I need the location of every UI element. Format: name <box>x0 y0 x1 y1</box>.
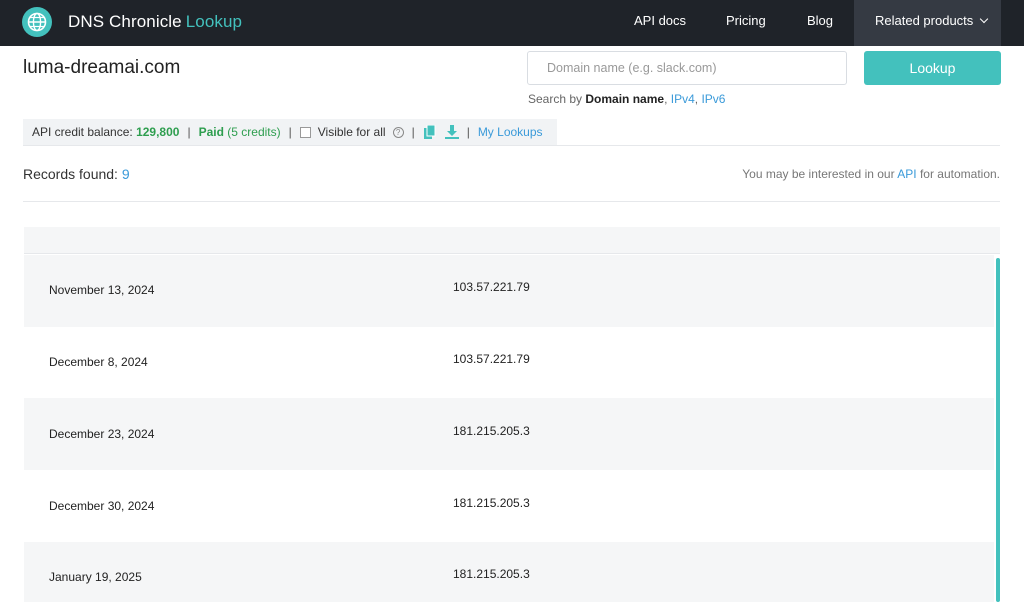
separator: | <box>187 125 191 139</box>
page-title: luma-dreamai.com <box>23 57 181 78</box>
download-icon[interactable] <box>444 125 459 139</box>
nav-pricing[interactable]: Pricing <box>726 0 766 46</box>
credit-label: API credit balance: <box>32 125 133 139</box>
help-icon[interactable]: ? <box>392 126 404 138</box>
table-header <box>24 227 1000 254</box>
records-found: Records found: 9 <box>23 166 130 182</box>
row-ip: 181.215.205.3 <box>453 424 530 438</box>
records-label: Records found: <box>23 166 118 182</box>
divider <box>23 145 1000 146</box>
brand-name: DNS Chronicle Lookup <box>68 12 243 31</box>
row-ip: 103.57.221.79 <box>453 352 530 366</box>
paid-credits: (5 credits) <box>227 125 281 139</box>
search-by-label: Search by <box>528 92 583 106</box>
comma: , <box>664 92 668 106</box>
search-input[interactable] <box>527 51 847 85</box>
row-date: December 8, 2024 <box>49 355 148 369</box>
table-row: December 8, 2024 103.57.221.79 <box>24 327 994 399</box>
divider <box>23 201 1000 202</box>
separator: | <box>466 125 470 139</box>
scrollbar[interactable] <box>996 258 1000 602</box>
api-link[interactable]: API <box>897 167 916 181</box>
visible-for-all-checkbox[interactable] <box>299 126 311 138</box>
api-note: You may be interested in our API for aut… <box>742 167 1000 181</box>
row-ip: 103.57.221.79 <box>453 280 530 294</box>
my-lookups-link[interactable]: My Lookups <box>478 125 543 139</box>
brand[interactable]: DNS Chronicle Lookup <box>22 7 242 37</box>
table-row: December 30, 2024 181.215.205.3 <box>24 470 994 542</box>
nav-related-label: Related products <box>875 13 974 28</box>
visible-for-all-label[interactable]: Visible for all <box>318 125 386 139</box>
row-date: January 19, 2025 <box>49 570 142 584</box>
chevron-down-icon <box>980 14 989 24</box>
credit-balance: 129,800 <box>136 125 180 139</box>
search-by-ipv6[interactable]: IPv6 <box>701 92 725 106</box>
api-note-suffix: for automation. <box>919 167 1000 181</box>
table-row: January 19, 2025 181.215.205.3 <box>24 542 994 602</box>
row-date: December 30, 2024 <box>49 499 155 513</box>
separator: | <box>411 125 415 139</box>
row-ip: 181.215.205.3 <box>453 496 530 510</box>
nav-related-products[interactable]: Related products <box>854 0 1001 46</box>
copy-icon[interactable] <box>423 125 437 139</box>
lookup-button[interactable]: Lookup <box>864 51 1001 85</box>
row-date: December 23, 2024 <box>49 427 155 441</box>
credit-bar: API credit balance: 129,800 | Paid (5 cr… <box>23 119 557 145</box>
table-row: December 23, 2024 181.215.205.3 <box>24 398 994 470</box>
comma: , <box>694 92 699 106</box>
records-count: 9 <box>121 166 130 182</box>
nav-api-docs[interactable]: API docs <box>634 0 686 46</box>
globe-icon <box>22 7 52 37</box>
search-by-domain[interactable]: Domain name <box>585 92 664 106</box>
row-ip: 181.215.205.3 <box>453 567 530 581</box>
separator: | <box>288 125 292 139</box>
paid-label: Paid <box>198 125 224 139</box>
search-by-options: Search by Domain name, IPv4, IPv6 <box>528 92 725 106</box>
nav-blog[interactable]: Blog <box>807 0 833 46</box>
api-note-prefix: You may be interested in our <box>742 167 895 181</box>
search-by-ipv4[interactable]: IPv4 <box>671 92 695 106</box>
brand-accent: Lookup <box>185 12 243 31</box>
top-navbar: DNS Chronicle Lookup API docs Pricing Blo… <box>0 0 1024 46</box>
table-row: November 13, 2024 103.57.221.79 <box>24 255 994 327</box>
row-date: November 13, 2024 <box>49 283 155 297</box>
